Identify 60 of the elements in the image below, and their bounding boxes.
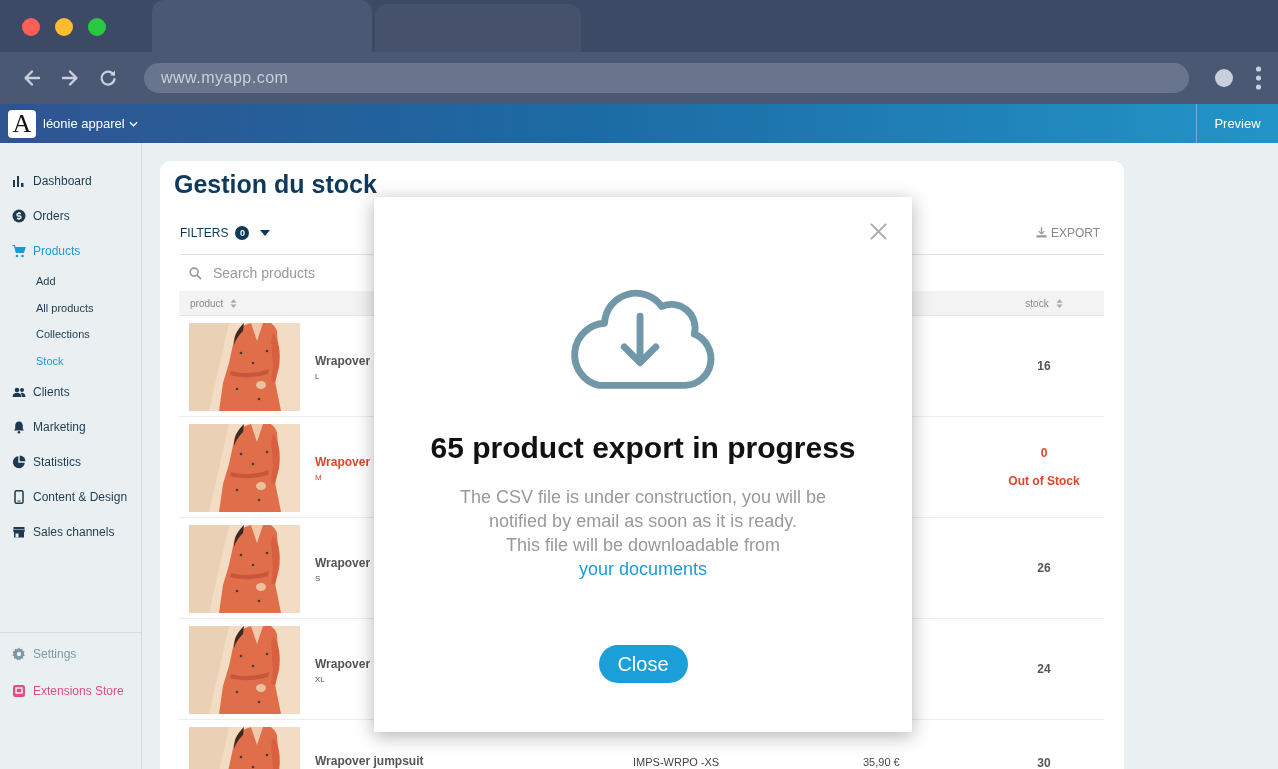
page-title: Gestion du stock: [174, 169, 378, 199]
nav-subitem[interactable]: Add: [0, 268, 141, 295]
nav-item[interactable]: Marketing: [0, 409, 141, 444]
search-icon: [189, 266, 202, 280]
product-name[interactable]: Wrapover: [315, 353, 371, 368]
menu-icon[interactable]: [1255, 66, 1262, 90]
chevron-down-icon: [128, 120, 138, 127]
download-icon: [1035, 227, 1047, 238]
dialog-title: 65 product export in progress: [430, 431, 856, 465]
cart-icon: [12, 243, 26, 258]
forward-icon[interactable]: [60, 68, 80, 88]
product-name[interactable]: Wrapover: [315, 555, 371, 570]
gear-icon: [12, 646, 26, 661]
product-size: XL: [315, 674, 326, 684]
nav-item[interactable]: Orders: [0, 198, 141, 233]
shop-logo: A: [8, 109, 36, 138]
nav-item[interactable]: Clients: [0, 374, 141, 409]
nav-item[interactable]: Dashboard: [0, 163, 141, 198]
export-button[interactable]: EXPORT: [1035, 225, 1104, 240]
sort-icon[interactable]: [1055, 298, 1063, 308]
product-name[interactable]: Wrapover: [315, 454, 371, 469]
shop-selector[interactable]: léonie apparel: [36, 116, 138, 131]
maximize-window-dot[interactable]: [88, 18, 106, 36]
product-size: L: [315, 371, 321, 381]
product-name[interactable]: Wrapover: [315, 656, 371, 671]
filters-button[interactable]: FILTERS 0: [179, 225, 271, 240]
filter-count: 0: [235, 225, 250, 240]
extension-icon: [12, 683, 26, 698]
nav-subitem[interactable]: All products: [0, 294, 141, 321]
bar-chart-icon: [12, 173, 26, 188]
price-cell: 35,90 €: [863, 756, 900, 768]
product-name[interactable]: Wrapover jumpsuit: [315, 754, 424, 768]
product-size: S: [315, 573, 322, 583]
stock-cell: 16: [1037, 359, 1051, 373]
stock-status: Out of Stock: [1008, 474, 1080, 488]
close-icon[interactable]: [869, 222, 888, 241]
close-window-dot[interactable]: [22, 18, 40, 36]
minimize-window-dot[interactable]: [55, 18, 73, 36]
preview-button[interactable]: Preview: [1196, 104, 1278, 143]
nav-item[interactable]: Content & Design: [0, 479, 141, 514]
nav-subitem[interactable]: Collections: [0, 321, 141, 348]
dollar-icon: [12, 208, 26, 223]
store-icon: [12, 524, 26, 539]
stock-cell: 0: [1040, 446, 1048, 460]
caret-icon: [260, 229, 271, 236]
reload-icon[interactable]: [98, 68, 118, 88]
stock-cell: 30: [1037, 756, 1051, 769]
bell-icon: [12, 419, 26, 434]
stock-cell: 24: [1037, 662, 1051, 676]
dialog-message: The CSV file is under construction, you will be notified by email as soon as it is ready. This file will be downloadable from your documents: [458, 486, 828, 581]
pie-chart-icon: [12, 454, 26, 469]
back-icon[interactable]: [22, 68, 42, 88]
sku-cell: IMPS-WRPO -XS: [633, 756, 720, 768]
phone-icon: [12, 489, 26, 504]
nav-item[interactable]: Sales channels: [0, 514, 141, 549]
sort-icon[interactable]: [230, 298, 238, 308]
profile-icon[interactable]: [1215, 69, 1233, 87]
nav-item[interactable]: Statistics: [0, 444, 141, 479]
stock-cell: 26: [1037, 561, 1051, 575]
product-size: M: [315, 472, 323, 482]
